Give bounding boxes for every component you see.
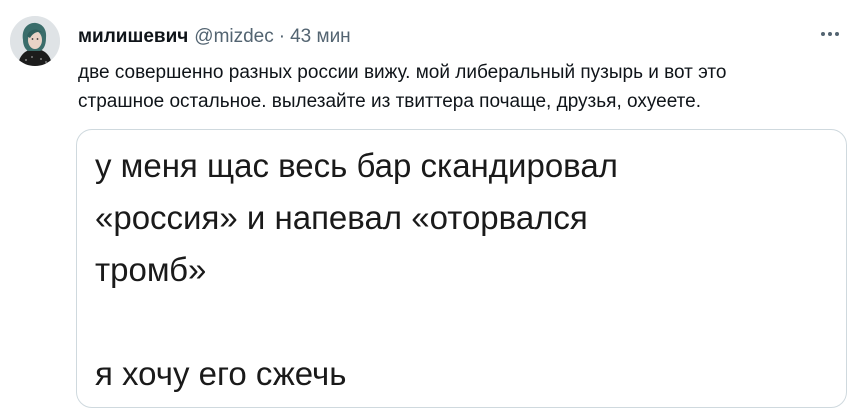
tweet-media-image[interactable]: у меня щас весь бар скандировал «россия»…	[76, 129, 847, 408]
header-separator: ·	[278, 26, 286, 47]
tweet-text-line: страшное остальное. вылезайте из твиттер…	[78, 91, 701, 112]
tweet-text: две совершенно разных россии вижу. мой л…	[78, 58, 838, 116]
media-text-line: «россия» и напевал «оторвался	[95, 199, 588, 236]
tweet-timestamp[interactable]: 43 мин	[290, 26, 351, 48]
media-image-text: у меня щас весь бар скандировал «россия»…	[95, 140, 618, 400]
tweet-text-line: две совершенно разных россии вижу. мой л…	[78, 62, 727, 83]
more-horizontal-icon	[828, 32, 832, 36]
author-handle[interactable]: @mizdec	[194, 26, 273, 48]
author-avatar[interactable]	[10, 16, 60, 66]
more-horizontal-icon	[821, 32, 825, 36]
avatar-photo-icon	[10, 16, 60, 66]
media-text-line: у меня щас весь бар скандировал	[95, 147, 618, 184]
more-options-button[interactable]	[815, 22, 845, 46]
media-text-gap	[95, 296, 618, 348]
author-display-name[interactable]: милишевич	[78, 26, 188, 48]
tweet[interactable]: милишевич @mizdec · 43 мин две совершенн…	[0, 0, 863, 419]
more-horizontal-icon	[835, 32, 839, 36]
tweet-header: милишевич @mizdec · 43 мин	[78, 26, 351, 48]
media-text-line: я хочу его сжечь	[95, 355, 347, 392]
media-text-line: тромб»	[95, 251, 207, 288]
